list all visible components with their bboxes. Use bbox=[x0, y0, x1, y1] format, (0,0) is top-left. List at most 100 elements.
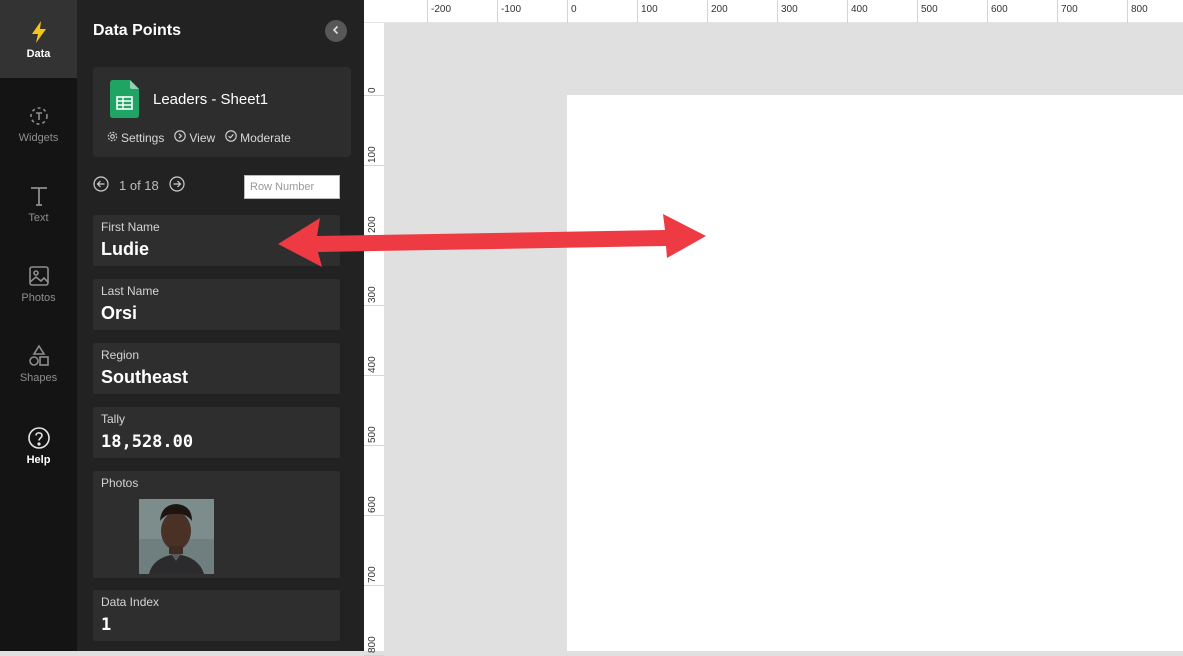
ruler-tick bbox=[364, 515, 384, 516]
ruler-tick-label: 800 bbox=[1131, 4, 1148, 15]
row-position: 1 of 18 bbox=[119, 178, 159, 193]
check-circle-icon bbox=[225, 130, 237, 145]
ruler-tick bbox=[707, 0, 708, 23]
photo-icon bbox=[28, 262, 50, 290]
moderate-button[interactable]: Moderate bbox=[225, 130, 291, 145]
field-label: Region bbox=[101, 348, 140, 362]
ruler-tick-label: -100 bbox=[501, 4, 522, 15]
field-label: First Name bbox=[101, 220, 160, 234]
shapes-icon bbox=[27, 342, 51, 370]
collapse-panel-button[interactable] bbox=[325, 20, 347, 42]
ruler-tick bbox=[364, 95, 384, 96]
ruler-tick-label: 100 bbox=[367, 146, 378, 163]
ruler-tick bbox=[364, 375, 384, 376]
moderate-label: Moderate bbox=[240, 130, 291, 145]
double-arrow-annotation bbox=[278, 214, 706, 267]
ruler-tick bbox=[1127, 0, 1128, 23]
ruler-tick-label: 400 bbox=[367, 356, 378, 373]
panel-title: Data Points bbox=[93, 22, 182, 39]
canvas-page[interactable] bbox=[567, 95, 1183, 651]
ruler-tick bbox=[917, 0, 918, 23]
ruler-tick-label: 800 bbox=[367, 636, 378, 653]
bolt-icon bbox=[29, 18, 49, 46]
ruler-tick bbox=[364, 165, 384, 166]
horizontal-ruler: -200 -100 0 100 200 300 400 500 600 700 800 bbox=[364, 0, 1183, 23]
widgets-icon bbox=[27, 102, 51, 130]
data-points-panel: Data Points Leaders - Sheet1 Settings Vi… bbox=[77, 0, 364, 651]
row-pager: 1 of 18 bbox=[93, 176, 185, 195]
ruler-tick-label: -200 bbox=[431, 4, 452, 15]
rail-item-shapes[interactable]: Shapes bbox=[0, 330, 77, 408]
rail-label-photos: Photos bbox=[21, 292, 56, 304]
ruler-tick-label: 0 bbox=[367, 87, 378, 93]
settings-label: Settings bbox=[121, 130, 165, 145]
ruler-tick bbox=[567, 0, 568, 23]
google-sheets-icon bbox=[110, 80, 139, 123]
ruler-tick-label: 300 bbox=[781, 4, 798, 15]
field-value: Ludie bbox=[101, 239, 149, 259]
ruler-tick-label: 400 bbox=[851, 4, 868, 15]
ruler-tick bbox=[777, 0, 778, 23]
data-source-card: Leaders - Sheet1 Settings View Moderate bbox=[93, 67, 351, 157]
help-icon bbox=[27, 424, 51, 452]
ruler-tick-label: 500 bbox=[367, 426, 378, 443]
ruler-tick bbox=[427, 0, 428, 23]
field-label: Last Name bbox=[101, 284, 160, 298]
rail-label-text: Text bbox=[28, 212, 49, 224]
ruler-tick-label: 300 bbox=[367, 286, 378, 303]
rail-item-data[interactable]: Data bbox=[0, 0, 77, 78]
text-icon bbox=[28, 182, 50, 210]
vertical-ruler: 0 100 200 300 400 500 600 700 800 bbox=[364, 23, 384, 656]
rail-label-shapes: Shapes bbox=[19, 372, 58, 384]
view-button[interactable]: View bbox=[174, 130, 215, 145]
rail-label-widgets: Widgets bbox=[18, 132, 59, 144]
field-last-name[interactable]: Last Name Orsi bbox=[93, 279, 340, 330]
field-value: 18,528.00 bbox=[101, 432, 194, 452]
rail-item-widgets[interactable]: Widgets bbox=[0, 90, 77, 168]
rail-label-help: Help bbox=[26, 454, 51, 466]
previous-row-button[interactable] bbox=[93, 176, 109, 195]
field-value: Southeast bbox=[101, 367, 189, 387]
field-label: Tally bbox=[101, 412, 126, 426]
ruler-tick bbox=[847, 0, 848, 23]
chevron-left-icon bbox=[331, 22, 341, 40]
view-label: View bbox=[189, 130, 216, 145]
settings-button[interactable]: Settings bbox=[107, 130, 164, 145]
source-actions: Settings View Moderate bbox=[107, 130, 291, 145]
field-value: Orsi bbox=[101, 303, 138, 323]
rail-item-help[interactable]: Help bbox=[0, 412, 77, 490]
rail-label-data: Data bbox=[26, 48, 51, 60]
field-tally[interactable]: Tally 18,528.00 bbox=[93, 407, 340, 458]
field-photos[interactable]: Photos bbox=[93, 471, 340, 578]
row-number-input[interactable] bbox=[244, 175, 340, 199]
field-label: Data Index bbox=[101, 595, 160, 609]
ruler-tick-label: 700 bbox=[1061, 4, 1078, 15]
ruler-tick-label: 500 bbox=[921, 4, 938, 15]
rail-item-text[interactable]: Text bbox=[0, 170, 77, 248]
field-label: Photos bbox=[101, 476, 139, 490]
ruler-tick-label: 200 bbox=[711, 4, 728, 15]
play-circle-icon bbox=[174, 130, 187, 145]
field-value: 1 bbox=[101, 615, 112, 635]
arrow-left-circle-icon bbox=[93, 176, 109, 195]
ruler-tick-label: 600 bbox=[367, 496, 378, 513]
gear-icon bbox=[107, 131, 118, 145]
field-region[interactable]: Region Southeast bbox=[93, 343, 340, 394]
data-source-name: Leaders - Sheet1 bbox=[153, 91, 269, 108]
ruler-tick bbox=[364, 305, 384, 306]
ruler-tick bbox=[1057, 0, 1058, 23]
leader-photo bbox=[139, 499, 214, 574]
ruler-tick bbox=[637, 0, 638, 23]
ruler-tick bbox=[364, 585, 384, 586]
ruler-tick-label: 700 bbox=[367, 566, 378, 583]
field-data-index[interactable]: Data Index 1 bbox=[93, 590, 340, 641]
ruler-tick-label: 600 bbox=[991, 4, 1008, 15]
icon-rail: Data Widgets Text Photos Shapes Help bbox=[0, 0, 77, 651]
ruler-tick bbox=[364, 445, 384, 446]
ruler-tick bbox=[987, 0, 988, 23]
ruler-tick-label: 100 bbox=[641, 4, 658, 15]
rail-item-photos[interactable]: Photos bbox=[0, 250, 77, 328]
next-row-button[interactable] bbox=[169, 176, 185, 195]
ruler-tick bbox=[497, 0, 498, 23]
arrow-right-circle-icon bbox=[169, 176, 185, 195]
